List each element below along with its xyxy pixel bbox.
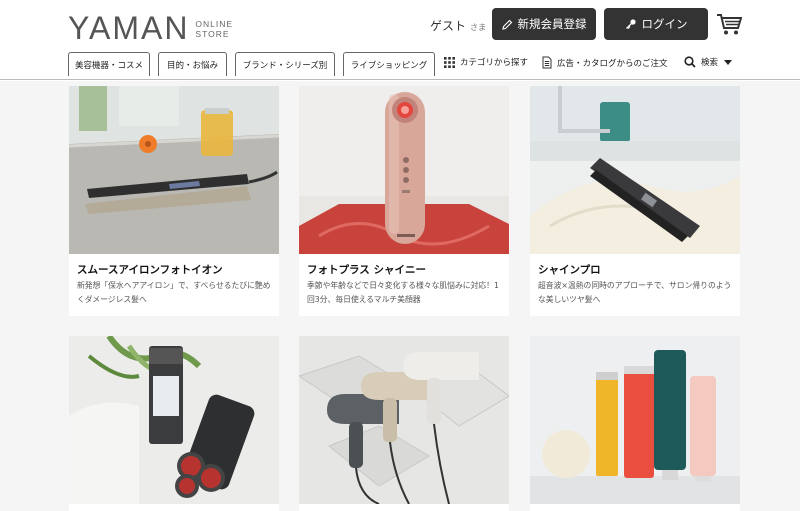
- product-image-shaver: [69, 336, 279, 504]
- product-title: フォトプラス シャイニー: [307, 264, 426, 276]
- logo-wordmark: YAMAN: [68, 10, 190, 46]
- product-description: 超音波×温熱の同時のアプローチで、サロン帰りのような美しいツヤ髪へ: [538, 281, 732, 304]
- login-button[interactable]: ログイン: [604, 8, 708, 40]
- guest-greeting: ゲスト さま: [430, 17, 486, 34]
- tab-purpose[interactable]: 目的・お悩み: [158, 52, 227, 76]
- key-icon: [625, 19, 636, 30]
- category-label: カテゴリから探す: [460, 58, 529, 68]
- site-header: YAMAN ONLINE STORE ゲスト さま 新規会員登録 ログイン 美容機…: [0, 0, 800, 80]
- cart-icon[interactable]: [716, 12, 742, 36]
- product-description: 季節や年齢などで日々変化する様々な肌悩みに対応！1回3分、毎日使えるマルチ美顔器: [307, 281, 499, 304]
- category-search-link[interactable]: カテゴリから探す: [444, 56, 528, 68]
- login-label: ログイン: [641, 17, 688, 31]
- product-card[interactable]: [69, 336, 279, 511]
- product-image-smooth-iron: [69, 86, 279, 254]
- document-icon: [542, 56, 552, 69]
- product-card[interactable]: [530, 336, 740, 511]
- guest-label: ゲスト: [430, 19, 467, 33]
- chevron-down-icon: [724, 59, 733, 65]
- main-nav: 美容機器・コスメ 目的・お悩み ブランド・シリーズ別 ライブショッピング カテゴ…: [0, 52, 800, 76]
- pencil-icon: [501, 19, 512, 30]
- ad-catalog-order-link[interactable]: 広告・カタログからのご注文: [542, 56, 668, 69]
- product-description: 新発想「保水ヘアアイロン」で、すべらせるたびに艶めくダメージレス髪へ: [77, 281, 271, 304]
- tab-brands[interactable]: ブランド・シリーズ別: [235, 52, 335, 76]
- logo-sub-online: ONLINE: [195, 18, 234, 29]
- product-title: シャインプロ: [538, 264, 601, 276]
- product-image-cosmetics: [530, 336, 740, 504]
- grid-icon: [444, 56, 455, 68]
- register-label: 新規会員登録: [517, 17, 587, 31]
- logo-subtitle: ONLINE STORE: [195, 19, 233, 39]
- logo-sub-store: STORE: [195, 28, 230, 39]
- tab-beauty-devices[interactable]: 美容機器・コスメ: [68, 52, 150, 76]
- tab-live-shopping[interactable]: ライブショッピング: [343, 52, 435, 76]
- product-card[interactable]: スムースアイロンフォトイオン 新発想「保水ヘアアイロン」で、すべらせるたびに艶め…: [69, 86, 279, 316]
- ad-catalog-label: 広告・カタログからのご注文: [557, 58, 668, 69]
- product-card[interactable]: シャインプロ 超音波×温熱の同時のアプローチで、サロン帰りのような美しいツヤ髪へ: [530, 86, 740, 316]
- register-button[interactable]: 新規会員登録: [492, 8, 596, 40]
- product-card[interactable]: [299, 336, 509, 511]
- product-image-shine-pro: [530, 86, 740, 254]
- product-card[interactable]: フォトプラス シャイニー 季節や年齢などで日々変化する様々な肌悩みに対応！1回3…: [299, 86, 509, 316]
- search-label: 検索: [701, 58, 719, 68]
- product-image-photoplus-shiny: [299, 86, 509, 254]
- product-title: スムースアイロンフォトイオン: [77, 264, 223, 276]
- product-image-hair-dryers: [299, 336, 509, 504]
- yaman-logo[interactable]: YAMAN ONLINE STORE: [68, 10, 233, 47]
- guest-suffix: さま: [470, 23, 487, 32]
- product-grid: スムースアイロンフォトイオン 新発想「保水ヘアアイロン」で、すべらせるたびに艶め…: [0, 81, 800, 511]
- search-dropdown[interactable]: 検索: [684, 56, 733, 68]
- search-icon: [684, 56, 696, 68]
